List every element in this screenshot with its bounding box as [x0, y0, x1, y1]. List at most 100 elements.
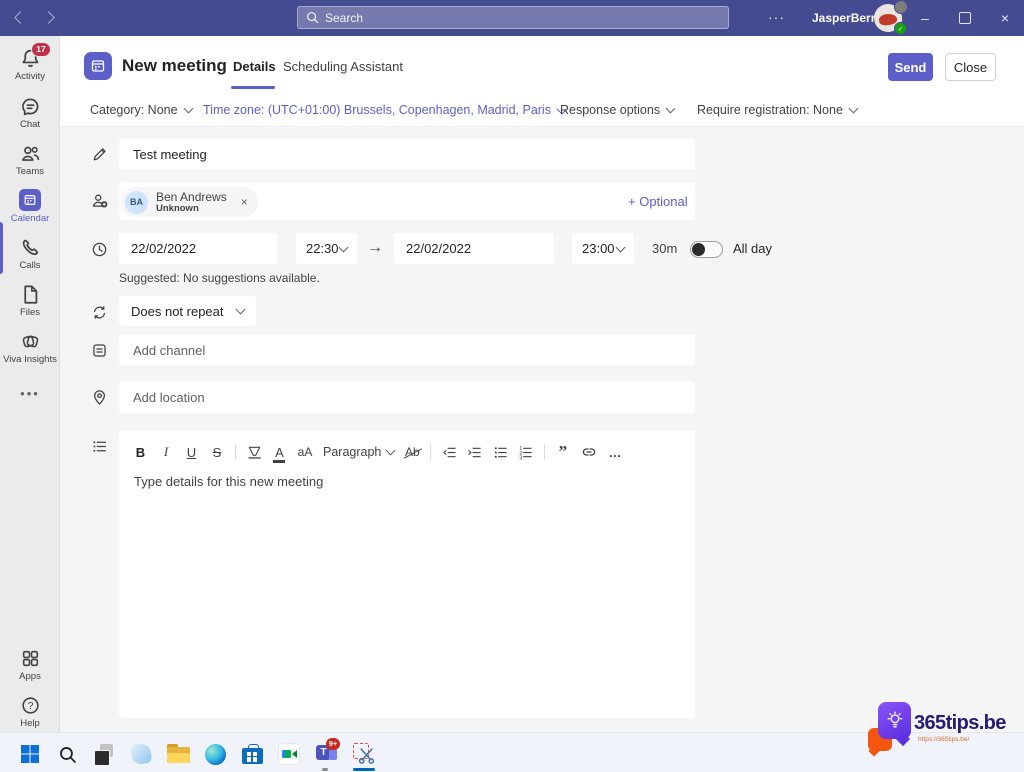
repeat-value: Does not repeat	[131, 304, 224, 319]
sidebar-item-activity[interactable]: 17 Activity	[0, 48, 60, 82]
toggle-knob	[692, 243, 705, 256]
sidebar-more-icon[interactable]: •••	[0, 386, 60, 401]
sidebar-item-files[interactable]: Files	[0, 284, 60, 318]
snipping-tool-icon[interactable]	[351, 741, 377, 767]
start-button[interactable]	[17, 741, 43, 767]
sidebar-item-label: Viva Insights	[0, 354, 60, 365]
bold-button[interactable]: B	[133, 445, 148, 460]
font-size-button[interactable]: aA	[298, 445, 313, 459]
add-channel-input[interactable]: Add channel	[119, 335, 695, 365]
font-color-button[interactable]: A	[272, 445, 287, 460]
numbered-list-button[interactable]: 123	[518, 445, 533, 460]
start-date-input[interactable]: 22/02/2022	[119, 233, 277, 264]
more-formatting-button[interactable]: …	[607, 445, 622, 460]
close-window-button[interactable]: ×	[988, 0, 1022, 36]
teams-icon	[0, 143, 60, 164]
search-input[interactable]: Search	[297, 6, 729, 29]
suggested-text: Suggested: No suggestions available.	[119, 271, 320, 285]
sidebar-item-calendar[interactable]: Calendar	[0, 189, 60, 224]
end-time-value: 23:00	[582, 241, 615, 256]
microsoft-store-icon[interactable]	[239, 741, 265, 767]
chevron-down-icon	[616, 242, 626, 252]
edge-icon[interactable]	[202, 741, 228, 767]
all-day-toggle[interactable]	[690, 241, 723, 258]
meeting-options-bar: Category: None Time zone: (UTC+01:00) Br…	[60, 95, 1024, 127]
remove-attendee-icon[interactable]: ×	[241, 195, 248, 209]
sidebar-item-label: Files	[0, 307, 60, 318]
response-options-label: Response options	[560, 103, 660, 117]
add-optional-attendees-link[interactable]: + Optional	[628, 194, 688, 209]
channel-icon	[91, 342, 108, 359]
teams-badge: 9+	[326, 738, 340, 750]
quote-button[interactable]: ”	[555, 447, 570, 457]
file-icon	[0, 284, 60, 305]
duration-label: 30m	[652, 241, 677, 256]
timezone-label: Time zone: (UTC+01:00) Brussels, Copenha…	[203, 103, 551, 117]
add-channel-placeholder: Add channel	[133, 343, 205, 358]
toolbar-divider	[235, 444, 236, 460]
sidebar-item-apps[interactable]: Apps	[0, 648, 60, 682]
chevron-down-icon	[339, 242, 349, 252]
close-button[interactable]: Close	[945, 53, 996, 81]
teams-taskbar-icon[interactable]: T 9+	[314, 741, 340, 767]
sidebar-item-help[interactable]: ? Help	[0, 695, 60, 729]
repeat-icon	[91, 304, 108, 321]
app-rail: 17 Activity Chat Teams Calendar	[0, 36, 60, 732]
highlight-button[interactable]	[247, 445, 262, 460]
chevron-down-icon	[386, 446, 396, 456]
attendee-avatar: BA	[125, 191, 148, 214]
italic-button[interactable]: I	[159, 444, 174, 460]
more-options-icon[interactable]: ···	[768, 9, 785, 25]
meeting-details-editor[interactable]: B I U S A aA Paragraph Ab	[119, 431, 695, 718]
end-date-value: 22/02/2022	[406, 241, 471, 256]
meet-camera-icon[interactable]	[276, 741, 302, 767]
clear-formatting-button[interactable]: Ab	[405, 445, 420, 459]
search-icon	[306, 11, 319, 24]
meeting-title-value: Test meeting	[133, 147, 207, 162]
repeat-dropdown[interactable]: Does not repeat	[119, 296, 256, 326]
search-placeholder: Search	[325, 11, 363, 25]
end-date-input[interactable]: 22/02/2022	[394, 233, 554, 264]
meeting-title-input[interactable]: Test meeting	[119, 139, 695, 169]
end-time-dropdown[interactable]: 23:00	[572, 233, 634, 264]
sidebar-item-calls[interactable]: Calls	[0, 237, 60, 271]
task-view-icon[interactable]	[91, 741, 117, 767]
location-icon	[91, 389, 108, 406]
tab-scheduling-assistant[interactable]: Scheduling Assistant	[283, 59, 403, 74]
paragraph-dropdown[interactable]: Paragraph	[323, 445, 394, 459]
toolbar-divider	[544, 444, 545, 460]
taskbar-search-icon[interactable]	[54, 741, 80, 767]
back-icon[interactable]	[14, 11, 27, 24]
minimize-button[interactable]: –	[908, 0, 942, 36]
arrow-right-icon: →	[367, 239, 383, 257]
watermark-lightbulb-icon	[878, 702, 911, 739]
sidebar-item-chat[interactable]: Chat	[0, 96, 60, 130]
chevron-down-icon	[236, 305, 246, 315]
underline-button[interactable]: U	[184, 445, 199, 460]
add-attendees-icon	[91, 192, 108, 209]
title-bar: Search ··· JasperBernaers ✓ – ×	[0, 0, 1024, 36]
link-button[interactable]	[581, 444, 597, 460]
decrease-indent-button[interactable]	[442, 445, 457, 460]
restore-button[interactable]	[948, 0, 982, 36]
forward-icon[interactable]	[42, 11, 55, 24]
widgets-icon[interactable]	[128, 741, 154, 767]
add-location-input[interactable]: Add location	[119, 381, 695, 413]
presence-available-icon: ✓	[894, 22, 907, 35]
attendee-chip[interactable]: BA Ben Andrews Unknown ×	[121, 187, 258, 217]
sidebar-item-teams[interactable]: Teams	[0, 143, 60, 177]
require-registration-dropdown[interactable]: Require registration: None	[697, 103, 857, 117]
increase-indent-button[interactable]	[467, 445, 482, 460]
svg-text:?: ?	[27, 700, 33, 712]
strikethrough-button[interactable]: S	[210, 445, 225, 460]
file-explorer-icon[interactable]	[165, 741, 191, 767]
tab-details[interactable]: Details	[233, 59, 276, 74]
start-time-dropdown[interactable]: 22:30	[296, 233, 357, 264]
category-dropdown[interactable]: Category: None	[90, 103, 192, 117]
bulleted-list-button[interactable]	[493, 445, 508, 460]
response-options-dropdown[interactable]: Response options	[560, 103, 674, 117]
timezone-dropdown[interactable]: Time zone: (UTC+01:00) Brussels, Copenha…	[203, 103, 566, 117]
sidebar-item-viva-insights[interactable]: Viva Insights	[0, 331, 60, 365]
send-button[interactable]: Send	[888, 53, 933, 81]
activity-badge: 17	[31, 42, 51, 57]
